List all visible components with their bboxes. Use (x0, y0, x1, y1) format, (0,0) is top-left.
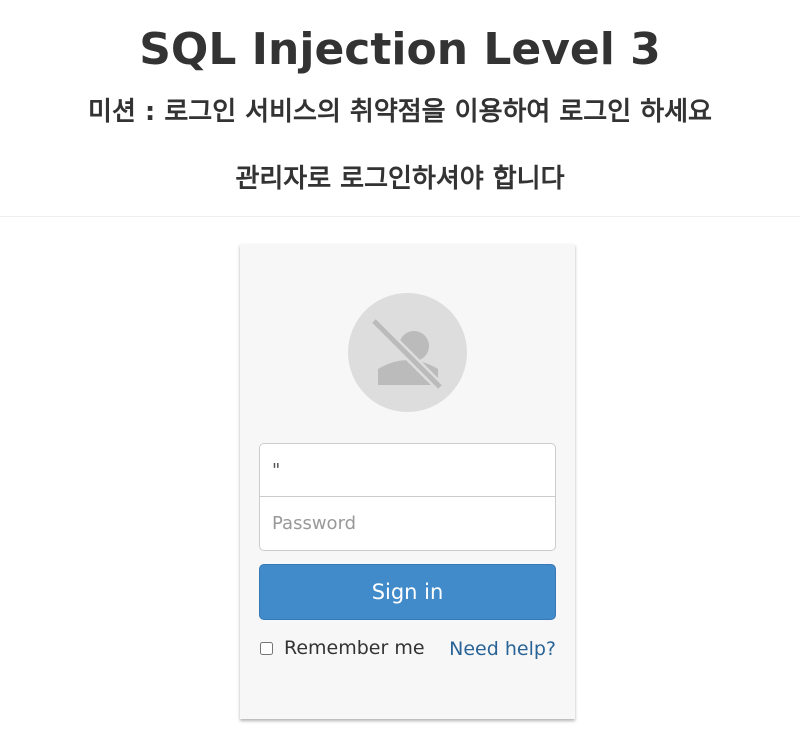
remember-me-label: Remember me (284, 637, 425, 659)
no-user-icon (348, 293, 467, 412)
page-header: SQL Injection Level 3 미션 : 로그인 서비스의 취약점을… (0, 0, 800, 217)
sign-in-button[interactable]: Sign in (259, 564, 556, 620)
mission-subtext: 관리자로 로그인하셔야 합니다 (235, 164, 565, 194)
mission-text: 미션 : 로그인 서비스의 취약점을 이용하여 로그인 하세요 (88, 97, 712, 127)
password-field[interactable] (259, 497, 556, 551)
login-card: Sign in Remember me Need help? (240, 244, 575, 719)
username-field[interactable] (259, 443, 556, 497)
remember-me-checkbox[interactable] (260, 641, 273, 655)
page-title: SQL Injection Level 3 (139, 24, 661, 75)
need-help-link[interactable]: Need help? (449, 638, 556, 660)
remember-me[interactable]: Remember me (259, 637, 425, 659)
